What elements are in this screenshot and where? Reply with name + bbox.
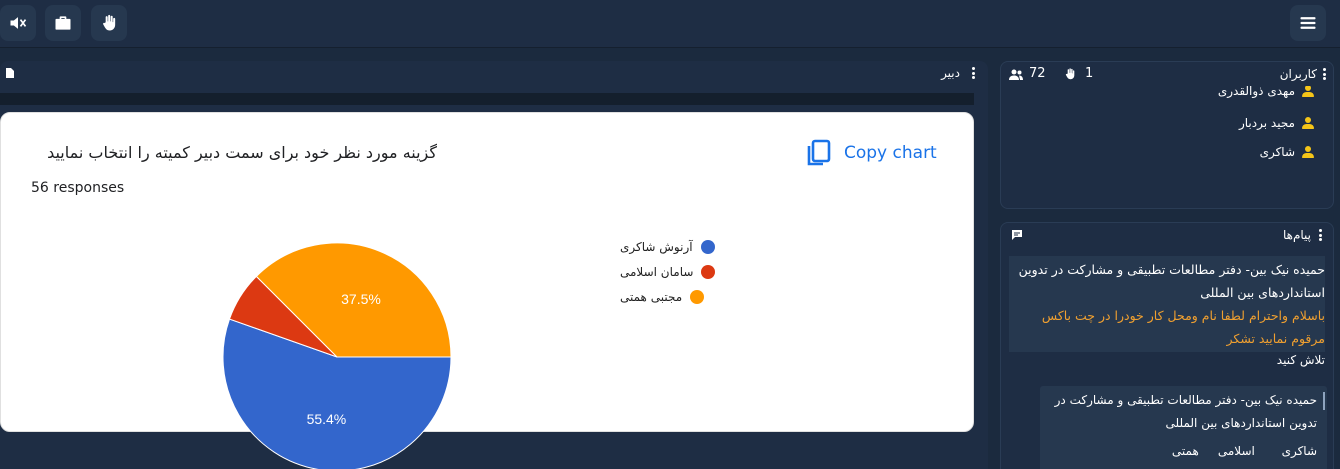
message-word: اسلامی [1217,444,1255,458]
raise-hand-button[interactable] [91,5,127,41]
hamburger-icon [1300,17,1316,29]
users-list: مهدی ذوالقدری مجید بردبار شاکری [1001,86,1333,208]
message-word: شاکری [1281,444,1317,458]
messages-panel-header: پیام‌ها [1001,223,1333,247]
message-text: شاکری اسلامی همتی [1167,440,1317,463]
user-item[interactable]: شاکری [1260,145,1315,159]
users-options-icon[interactable] [1319,66,1329,82]
whiteboard-panel-header: دبیر [0,61,988,85]
top-toolbar [0,0,1340,48]
user-item[interactable]: مهدی ذوالقدری [1218,86,1315,98]
pie-slice-label: 55.4% [307,411,347,427]
users-panel: کاربران 1 72 مهدی ذوالقدری مجید بردبار ش… [1000,61,1334,209]
whiteboard-frame-bar [0,93,974,105]
pinned-text: باسلام واحترام لطفا نام ومحل کار خودرا د… [1041,308,1325,346]
legend-label: مجتبی همتی [620,290,683,304]
legend-label: آرنوش شاکری [620,240,693,254]
briefcase-button[interactable] [45,5,81,41]
message-word: همتی [1171,444,1199,458]
user-icon [1301,86,1315,97]
chat-bubble-icon [1012,230,1022,240]
legend-label: سامان اسلامی [620,265,694,279]
message-sender: حمیده نیک بین- دفتر مطالعات تطبیقی و مشا… [1054,393,1317,430]
mute-speaker-button[interactable] [0,5,36,41]
pie-chart: 55.4% 37.5% [222,242,452,469]
messages-options-icon[interactable] [1315,227,1325,243]
whiteboard-title: دبیر [941,66,960,80]
legend-item: سامان اسلامی [620,265,716,279]
user-name: مجید بردبار [1238,116,1295,130]
legend-swatch [690,290,705,304]
messages-panel: پیام‌ها تلاش کنید حمیده نیک بین- دفتر مط… [1000,222,1334,469]
legend-swatch [701,265,716,279]
speaker-muted-icon [10,17,27,29]
pie-slice-label: 37.5% [341,291,381,307]
users-panel-header: کاربران 1 72 [1001,62,1333,86]
whiteboard-panel: دبیر گزینه مورد نظر خود برای سمت دبیر کم… [0,61,988,469]
message-item: حمیده نیک بین- دفتر مطالعات تطبیقی و مشا… [1040,386,1327,469]
legend-item: آرنوش شاکری [620,240,715,254]
pinned-message: حمیده نیک بین- دفتر مطالعات تطبیقی و مشا… [1009,256,1325,352]
users-title: کاربران [1279,67,1317,81]
raise-hand-icon [1065,68,1075,80]
user-icon [1301,146,1315,158]
briefcase-icon [55,16,71,30]
user-name: مهدی ذوالقدری [1217,86,1295,98]
form-chart-card: گزینه مورد نظر خود برای سمت دبیر کمیته ر… [0,112,974,469]
legend-swatch [700,240,715,254]
users-icon [1009,69,1023,80]
messages-title: پیام‌ها [1282,228,1311,242]
legend-item: مجتبی همتی [620,290,705,304]
user-item[interactable]: مجید بردبار [1239,116,1315,130]
user-icon [1301,117,1315,129]
main-menu-button[interactable] [1290,5,1326,41]
whiteboard-file-icon[interactable] [4,67,16,79]
user-count: 72 [1029,66,1046,81]
hand-count: 1 [1085,66,1094,81]
raise-hand-icon [103,14,116,31]
partial-message: تلاش کنید [1276,353,1325,367]
quote-bar [1323,392,1325,410]
pinned-sender: حمیده نیک بین- دفتر مطالعات تطبیقی و مشا… [1018,262,1325,300]
whiteboard-options-icon[interactable] [968,65,978,81]
user-name: شاکری [1259,145,1295,159]
